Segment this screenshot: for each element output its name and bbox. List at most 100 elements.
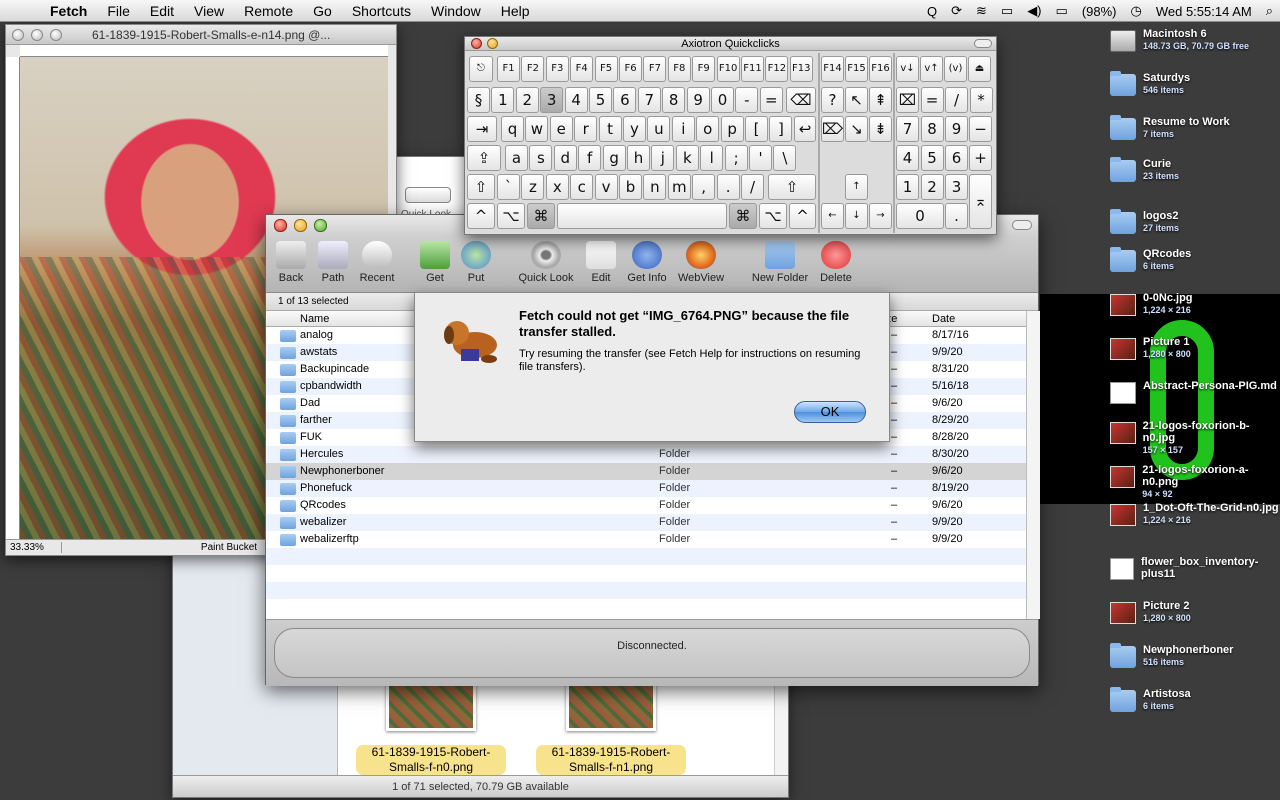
letter-key[interactable]: b: [619, 174, 642, 200]
menu-view[interactable]: View: [184, 3, 234, 19]
file-row[interactable]: Phonefuck Folder – 8/19/20: [266, 480, 1026, 497]
key-6[interactable]: 6: [613, 87, 637, 113]
desktop-item[interactable]: 0-0Nc.jpg 1,224 × 216: [1110, 292, 1280, 332]
function-key[interactable]: F3: [545, 56, 569, 82]
keypad-key[interactable]: .: [945, 203, 968, 229]
webview-button[interactable]: WebView: [676, 241, 726, 284]
letter-key[interactable]: e: [549, 116, 573, 142]
file-row[interactable]: QRcodes Folder – 9/6/20: [266, 497, 1026, 514]
letter-key[interactable]: z: [521, 174, 545, 200]
function-key[interactable]: F9: [692, 56, 716, 82]
keypad-key[interactable]: 1: [896, 174, 919, 200]
menu-file[interactable]: File: [97, 3, 140, 19]
new-folder-button[interactable]: New Folder: [749, 241, 811, 284]
keypad-enter-key[interactable]: ⌅: [969, 174, 992, 229]
space-bar[interactable]: [557, 203, 727, 229]
letter-key[interactable]: d: [553, 145, 577, 171]
quickclicks-keyboard-window[interactable]: Axiotron Quickclicks ⎋ F1 F2 F3 F4 F5 F6 F7 F8 F9…: [464, 36, 997, 235]
desktop-item[interactable]: Artistosa 6 items: [1110, 687, 1280, 728]
quicksilver-icon[interactable]: Q: [920, 4, 944, 19]
clear-key[interactable]: ⌧: [896, 87, 919, 113]
function-key[interactable]: F14: [821, 56, 844, 82]
time-machine-icon[interactable]: ◷: [1124, 3, 1149, 19]
return-key[interactable]: ↩: [794, 116, 816, 142]
keypad-minus-key[interactable]: −: [969, 116, 992, 142]
keypad-plus-key[interactable]: +: [969, 145, 992, 171]
spotlight-icon[interactable]: ⌕: [1259, 3, 1280, 19]
function-key[interactable]: F7: [643, 56, 667, 82]
function-key[interactable]: F16: [869, 56, 892, 82]
keypad-key[interactable]: 7: [896, 116, 919, 142]
desktop-item[interactable]: Picture 1 1,280 × 800: [1110, 336, 1280, 376]
keypad-key[interactable]: 3: [945, 174, 968, 200]
letter-key[interactable]: `: [497, 174, 520, 200]
close-button[interactable]: [12, 29, 24, 41]
function-key[interactable]: F15: [845, 56, 868, 82]
zoom-level[interactable]: 33.33%: [6, 542, 62, 553]
menu-go[interactable]: Go: [303, 3, 342, 19]
letter-key[interactable]: c: [570, 174, 594, 200]
arrow-up-key[interactable]: ↑: [845, 174, 868, 200]
letter-key[interactable]: h: [627, 145, 650, 171]
letter-key[interactable]: g: [602, 145, 626, 171]
letter-key[interactable]: \: [773, 145, 797, 171]
keypad-key[interactable]: 4: [896, 145, 919, 171]
keypad-multiply-key[interactable]: *: [969, 87, 993, 113]
close-button[interactable]: [471, 38, 482, 49]
control-right-key[interactable]: ^: [789, 203, 816, 229]
keypad-key[interactable]: 0: [896, 203, 944, 229]
letter-key[interactable]: u: [647, 116, 671, 142]
put-button[interactable]: Put: [451, 241, 501, 284]
battery-icon[interactable]: ▭: [1049, 3, 1075, 19]
edit-button[interactable]: Edit: [576, 241, 626, 284]
end-key[interactable]: ↘: [845, 116, 868, 142]
function-key[interactable]: F10: [716, 56, 740, 82]
key-4[interactable]: 4: [564, 87, 588, 113]
command-right-key[interactable]: ⌘: [729, 203, 757, 229]
letter-key[interactable]: a: [505, 145, 528, 171]
keypad-key[interactable]: 5: [920, 145, 944, 171]
menu-window[interactable]: Window: [421, 3, 491, 19]
fetch-window[interactable]: Back Path Recent Get Put Quick Look Edit…: [265, 214, 1040, 686]
key-3[interactable]: 3: [540, 87, 564, 113]
keypad-equals-key[interactable]: =: [920, 87, 944, 113]
letter-key[interactable]: [: [745, 116, 768, 142]
close-button[interactable]: [274, 219, 287, 232]
function-key[interactable]: F4: [570, 56, 594, 82]
zoom-button[interactable]: [50, 29, 62, 41]
ok-button[interactable]: OK: [794, 401, 866, 423]
recent-button[interactable]: Recent: [352, 241, 402, 284]
volume-icon[interactable]: ◀): [1020, 3, 1048, 19]
help-key[interactable]: ?: [821, 87, 844, 113]
command-left-key[interactable]: ⌘: [527, 203, 555, 229]
function-key[interactable]: F8: [667, 56, 691, 82]
desktop-item[interactable]: Picture 2 1,280 × 800: [1110, 600, 1280, 640]
desktop-item[interactable]: 21-logos-foxorion-b-n0.jpg 157 × 157: [1110, 420, 1280, 460]
desktop-item[interactable]: Macintosh 6 148.73 GB, 70.79 GB free: [1110, 28, 1280, 68]
home-key[interactable]: ↖: [845, 87, 868, 113]
forward-delete-key[interactable]: ⌦: [821, 116, 844, 142]
wifi-icon[interactable]: ≋: [969, 3, 994, 19]
desktop-item[interactable]: Newphonerboner 516 items: [1110, 643, 1280, 684]
keypad-key[interactable]: 8: [920, 116, 944, 142]
page-up-key[interactable]: ⇞: [869, 87, 892, 113]
letter-key[interactable]: w: [525, 116, 549, 142]
thumbnail-image[interactable]: [566, 679, 656, 731]
letter-key[interactable]: o: [696, 116, 720, 142]
volume-up-key[interactable]: v↑: [920, 56, 943, 82]
minimize-button[interactable]: [294, 219, 307, 232]
shift-right-key[interactable]: ⇧: [768, 174, 816, 200]
letter-key[interactable]: i: [671, 116, 695, 142]
key-7[interactable]: 7: [637, 87, 661, 113]
path-button[interactable]: Path: [308, 241, 358, 284]
toolbar-toggle-button[interactable]: [1012, 220, 1032, 230]
desktop-item[interactable]: Saturdys 546 items: [1110, 71, 1280, 112]
desktop-item[interactable]: Resume to Work 7 items: [1110, 115, 1280, 156]
letter-key[interactable]: x: [545, 174, 569, 200]
menu-shortcuts[interactable]: Shortcuts: [342, 3, 421, 19]
letter-key[interactable]: k: [675, 145, 699, 171]
letter-key[interactable]: l: [700, 145, 724, 171]
letter-key[interactable]: q: [501, 116, 524, 142]
minimize-button[interactable]: [487, 38, 498, 49]
letter-key[interactable]: .: [716, 174, 740, 200]
